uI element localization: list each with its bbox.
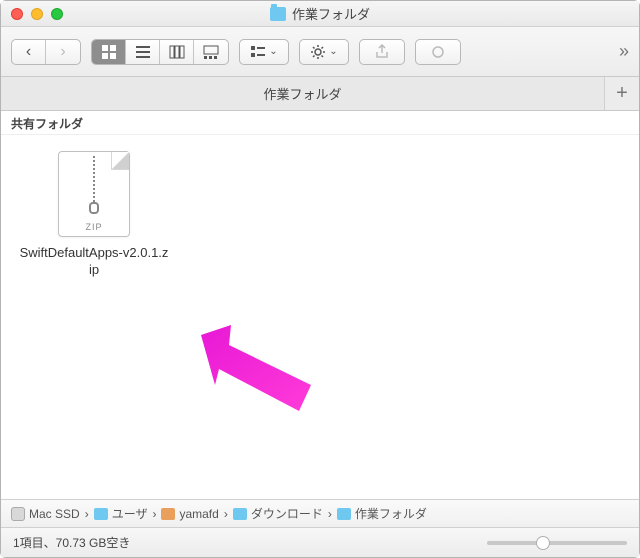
traffic-lights [1, 8, 63, 20]
view-icon-button[interactable] [92, 40, 126, 64]
disk-icon [11, 507, 25, 521]
path-separator: › [328, 507, 332, 521]
tag-button[interactable] [416, 40, 460, 64]
share-icon [374, 44, 390, 60]
view-switcher [91, 39, 229, 65]
path-bar: Mac SSD › ユーザ › yamafd › ダウンロード › 作業フォルダ [1, 499, 639, 527]
path-home[interactable]: yamafd [161, 507, 218, 521]
window-title-text: 作業フォルダ [292, 4, 370, 23]
gear-icon [310, 44, 326, 60]
chevron-left-icon: ‹ [26, 43, 31, 61]
path-users[interactable]: ユーザ [94, 505, 148, 522]
group-menu[interactable]: ⌄ [239, 39, 289, 65]
minimize-button[interactable] [31, 8, 43, 20]
overflow-button[interactable]: » [619, 41, 629, 62]
new-tab-button[interactable]: + [605, 77, 639, 110]
tag-button-group [415, 39, 461, 65]
icon-size-slider[interactable] [487, 541, 627, 545]
tab-label: 作業フォルダ [263, 84, 341, 103]
tab-current[interactable]: 作業フォルダ [1, 77, 605, 110]
view-columns-button[interactable] [160, 40, 194, 64]
nav-buttons: ‹ › [11, 39, 81, 65]
tab-bar: 作業フォルダ + [1, 77, 639, 111]
chevron-down-icon: ⌄ [269, 46, 277, 57]
action-menu[interactable]: ⌄ [299, 39, 349, 65]
plus-icon: + [616, 82, 628, 105]
shared-folder-label: 共有フォルダ [11, 117, 83, 131]
toolbar: ‹ › ⌄ ⌄ [1, 27, 639, 77]
view-gallery-button[interactable] [194, 40, 228, 64]
file-name: SwiftDefaultApps-v2.0.1.zip [19, 245, 169, 279]
window-title: 作業フォルダ [1, 4, 639, 23]
path-separator: › [85, 507, 89, 521]
path-separator: › [152, 507, 156, 521]
share-button-group [359, 39, 405, 65]
grid-icon [101, 44, 117, 60]
folder-icon [94, 508, 108, 520]
share-button[interactable] [360, 40, 404, 64]
gallery-icon [203, 44, 219, 60]
action-button[interactable]: ⌄ [300, 40, 348, 64]
folder-icon [270, 7, 286, 21]
group-button[interactable]: ⌄ [240, 40, 288, 64]
chevron-down-icon: ⌄ [329, 46, 337, 57]
group-icon [250, 44, 266, 60]
tag-icon [430, 44, 446, 60]
view-list-button[interactable] [126, 40, 160, 64]
folder-icon [233, 508, 247, 520]
finder-window: 作業フォルダ ‹ › ⌄ [0, 0, 640, 558]
path-separator: › [224, 507, 228, 521]
forward-button[interactable]: › [46, 40, 80, 64]
close-button[interactable] [11, 8, 23, 20]
status-bar: 1項目、70.73 GB空き [1, 527, 639, 557]
titlebar: 作業フォルダ [1, 1, 639, 27]
file-area[interactable]: ZIP SwiftDefaultApps-v2.0.1.zip [1, 135, 639, 499]
back-button[interactable]: ‹ [12, 40, 46, 64]
zip-badge: ZIP [59, 222, 129, 232]
file-item[interactable]: ZIP SwiftDefaultApps-v2.0.1.zip [19, 151, 169, 279]
folder-icon [337, 508, 351, 520]
slider-knob[interactable] [536, 536, 550, 550]
shared-folder-header: 共有フォルダ [1, 111, 639, 135]
path-current[interactable]: 作業フォルダ [337, 505, 427, 522]
path-downloads[interactable]: ダウンロード [233, 505, 323, 522]
list-icon [135, 44, 151, 60]
annotation-arrow [181, 315, 341, 435]
status-text: 1項目、70.73 GB空き [13, 534, 130, 551]
zoom-button[interactable] [51, 8, 63, 20]
path-disk[interactable]: Mac SSD [11, 507, 80, 521]
columns-icon [169, 44, 185, 60]
home-icon [161, 508, 175, 520]
chevron-right-icon: › [60, 43, 65, 61]
zip-file-icon: ZIP [58, 151, 130, 237]
